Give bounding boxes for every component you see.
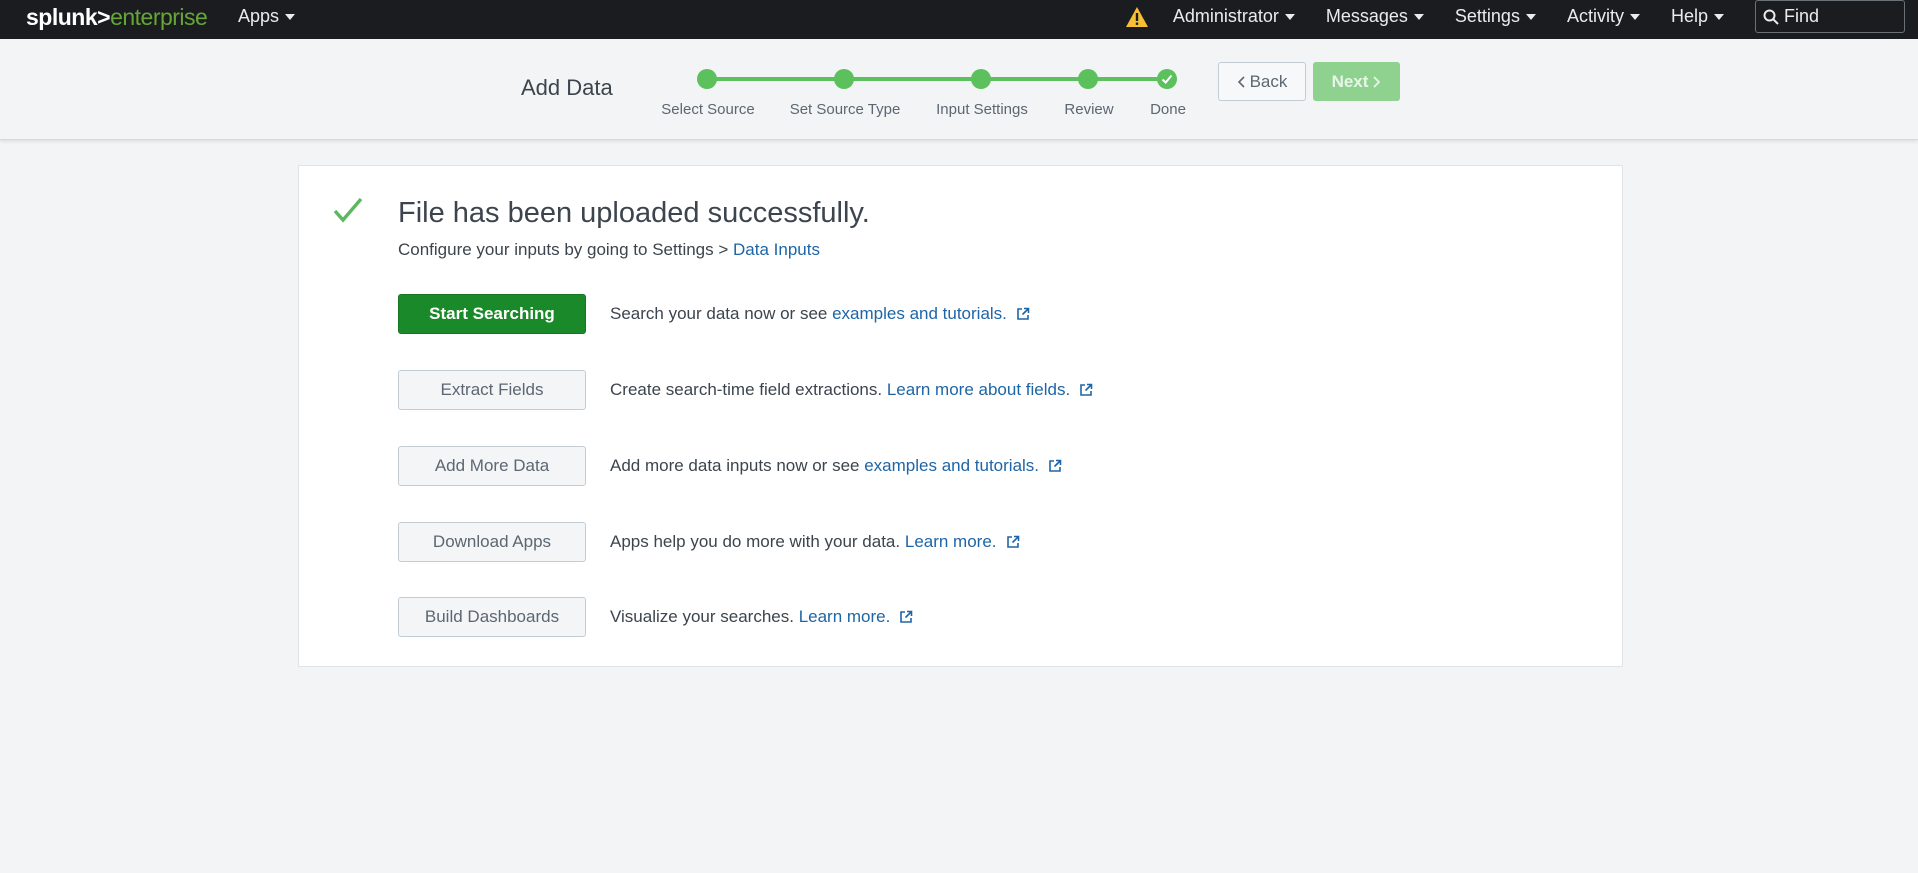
search-input[interactable]: Find [1755, 0, 1905, 33]
action-row-add-more-data: Add More Data Add more data inputs now o… [398, 446, 1062, 486]
success-headline: File has been uploaded successfully. [398, 197, 870, 229]
logo-text-enterprise: enterprise [110, 4, 208, 30]
action-row-start-searching: Start Searching Search your data now or … [398, 294, 1030, 334]
description-text: Search your data now or see [610, 304, 828, 323]
top-navigation-bar: splunk>enterprise Apps Administrator Mes… [0, 0, 1918, 39]
back-button-label: Back [1249, 71, 1288, 91]
extract-fields-button[interactable]: Extract Fields [398, 370, 586, 410]
steps-progress-track [707, 77, 1167, 81]
help-menu[interactable]: Help [1671, 0, 1724, 33]
examples-tutorials-link[interactable]: examples and tutorials. [832, 304, 1007, 324]
build-dashboards-description: Visualize your searches. Learn more. [610, 607, 913, 627]
activity-menu[interactable]: Activity [1567, 0, 1640, 33]
search-icon [1763, 9, 1779, 25]
administrator-menu[interactable]: Administrator [1173, 0, 1295, 33]
examples-tutorials-link[interactable]: examples and tutorials. [864, 456, 1039, 476]
step-dot-done [1157, 69, 1177, 89]
chevron-down-icon [285, 13, 296, 20]
step-label-done: Done [1150, 101, 1186, 118]
chevron-left-icon [1237, 75, 1245, 88]
splunk-logo[interactable]: splunk>enterprise [26, 4, 208, 31]
apps-menu-label: Apps [238, 6, 280, 26]
help-menu-label: Help [1670, 6, 1708, 26]
step-label-select-source: Select Source [661, 101, 755, 118]
download-apps-description: Apps help you do more with your data. Le… [610, 532, 1020, 552]
external-link-icon[interactable] [1006, 535, 1020, 549]
next-button[interactable]: Next [1313, 62, 1400, 101]
configure-inputs-label: Configure your inputs by going to Settin… [398, 240, 734, 259]
step-dot-input-settings [971, 69, 991, 89]
chevron-down-icon [1714, 13, 1724, 20]
step-dot-select-source [697, 69, 717, 89]
step-label-set-source-type: Set Source Type [789, 101, 901, 118]
wizard-steps: Select Source Set Source Type Input Sett… [0, 39, 1918, 140]
next-button-label: Next [1331, 71, 1369, 91]
build-dashboards-button[interactable]: Build Dashboards [398, 597, 586, 637]
add-more-data-description: Add more data inputs now or see examples… [610, 456, 1062, 476]
step-dot-review [1078, 69, 1098, 89]
messages-menu-label: Messages [1325, 6, 1408, 26]
external-link-icon[interactable] [1016, 307, 1030, 321]
add-data-wizard-header: Add Data Select Source Set Source Type I… [0, 39, 1918, 140]
add-more-data-button[interactable]: Add More Data [398, 446, 586, 486]
data-inputs-link[interactable]: Data Inputs [733, 240, 820, 259]
apps-menu[interactable]: Apps [238, 0, 296, 33]
chevron-down-icon [1413, 13, 1424, 20]
learn-more-apps-link[interactable]: Learn more. [905, 532, 997, 552]
check-icon [1161, 74, 1173, 84]
action-row-build-dashboards: Build Dashboards Visualize your searches… [398, 597, 913, 637]
start-searching-button[interactable]: Start Searching [398, 294, 586, 334]
settings-menu-label: Settings [1454, 6, 1520, 26]
step-dot-set-source-type [834, 69, 854, 89]
messages-menu[interactable]: Messages [1326, 0, 1424, 33]
warning-icon[interactable] [1125, 6, 1149, 28]
chevron-down-icon [1284, 13, 1295, 20]
upload-success-panel: File has been uploaded successfully. Con… [298, 165, 1623, 667]
configure-inputs-text: Configure your inputs by going to Settin… [398, 240, 820, 260]
description-text: Add more data inputs now or see [610, 456, 860, 475]
search-placeholder: Find [1784, 6, 1820, 26]
download-apps-button[interactable]: Download Apps [398, 522, 586, 562]
chevron-down-icon [1525, 13, 1536, 20]
activity-menu-label: Activity [1566, 6, 1624, 26]
description-text: Visualize your searches. [610, 607, 794, 626]
extract-fields-description: Create search-time field extractions. Le… [610, 380, 1093, 400]
chevron-right-icon [1373, 75, 1381, 88]
external-link-icon[interactable] [1048, 459, 1062, 473]
step-label-review: Review [1064, 101, 1114, 118]
action-row-extract-fields: Extract Fields Create search-time field … [398, 370, 1093, 410]
back-button[interactable]: Back [1218, 62, 1306, 101]
step-label-input-settings: Input Settings [936, 101, 1028, 118]
learn-more-fields-link[interactable]: Learn more about fields. [887, 380, 1070, 400]
logo-text-splunk: splunk> [26, 4, 111, 30]
success-check-icon [333, 197, 363, 223]
chevron-down-icon [1629, 13, 1640, 20]
learn-more-dashboards-link[interactable]: Learn more. [799, 607, 891, 627]
settings-menu[interactable]: Settings [1455, 0, 1536, 33]
external-link-icon[interactable] [1079, 383, 1093, 397]
start-searching-description: Search your data now or see examples and… [610, 304, 1030, 324]
description-text: Apps help you do more with your data. [610, 532, 901, 551]
description-text: Create search-time field extractions. [610, 380, 883, 399]
administrator-menu-label: Administrator [1172, 6, 1279, 26]
external-link-icon[interactable] [899, 610, 913, 624]
action-row-download-apps: Download Apps Apps help you do more with… [398, 522, 1020, 562]
